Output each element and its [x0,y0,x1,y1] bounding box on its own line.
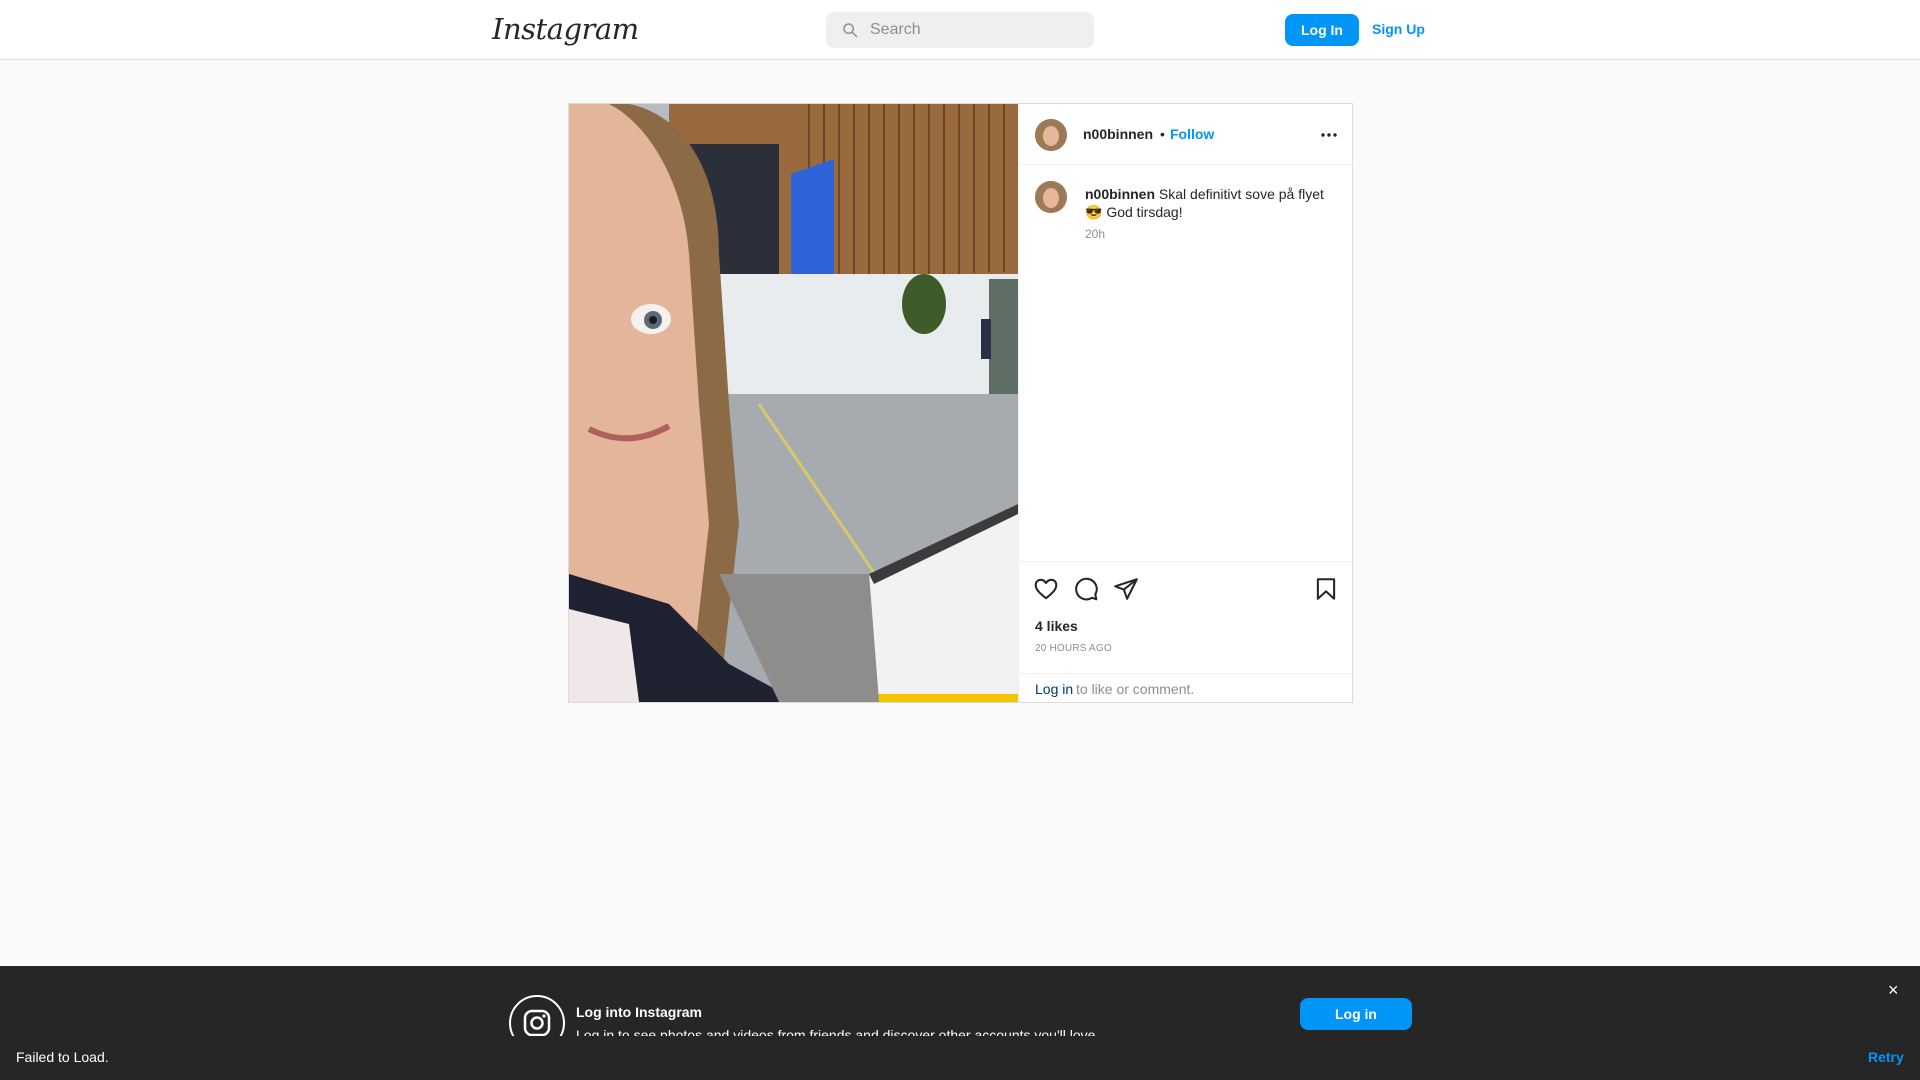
login-banner: Log into Instagram Log in to see photos … [0,966,1920,1051]
avatar[interactable] [1035,181,1067,213]
post-card: n00binnen • Follow n00binnen Skal defini… [568,103,1354,703]
separator-dot: • [1160,126,1165,142]
share-icon[interactable] [1113,576,1139,602]
banner-title: Log into Instagram [576,1004,702,1020]
login-prompt-text: to like or comment. [1076,681,1195,697]
signup-link[interactable]: Sign Up [1372,21,1425,37]
likes-count[interactable]: 4 likes [1035,618,1078,634]
follow-button[interactable]: Follow [1170,126,1214,142]
error-toast: Failed to Load. Retry [0,1036,1920,1080]
top-nav: Instagram Log In Sign Up [0,0,1920,60]
avatar[interactable] [1035,119,1067,151]
post-actions: 4 likes 20 HOURS AGO [1019,561,1354,673]
caption-time: 20h [1085,227,1106,241]
instagram-logo[interactable]: Instagram [492,12,639,46]
close-icon[interactable]: × [1888,980,1899,1001]
comment-icon[interactable] [1073,576,1099,602]
login-prompt: Log in to like or comment. [1019,673,1354,703]
retry-button[interactable]: Retry [1868,1049,1904,1065]
more-icon[interactable] [1317,126,1341,144]
search-icon [843,23,858,38]
search-box[interactable] [826,12,1094,48]
heart-icon[interactable] [1033,576,1059,602]
banner-login-button[interactable]: Log in [1300,998,1412,1030]
post-photo[interactable] [569,104,1018,702]
login-button[interactable]: Log In [1285,14,1359,46]
post-sidebar: n00binnen • Follow n00binnen Skal defini… [1018,104,1354,703]
post-header: n00binnen • Follow [1019,104,1354,165]
post-username[interactable]: n00binnen [1083,126,1153,142]
bookmark-icon[interactable] [1313,576,1339,602]
search-input[interactable] [870,12,1080,48]
post-time-ago: 20 HOURS AGO [1035,643,1112,654]
caption-username[interactable]: n00binnen [1085,186,1155,202]
caption-text: n00binnen Skal definitivt sove på flyet … [1085,185,1325,221]
login-link[interactable]: Log in [1035,681,1073,697]
post-image-selfie [569,104,1018,702]
toast-message: Failed to Load. [16,1049,109,1065]
